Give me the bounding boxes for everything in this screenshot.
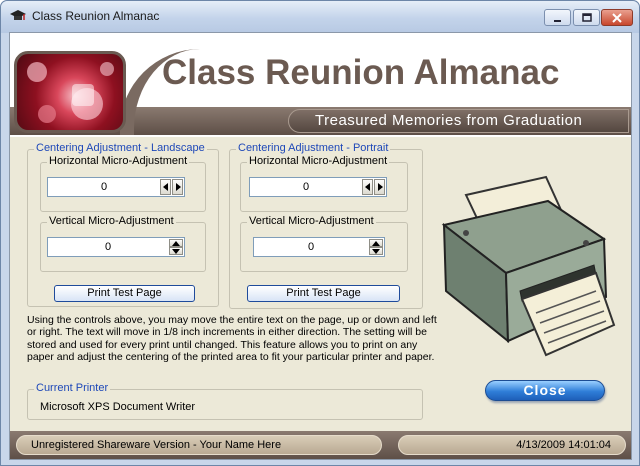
landscape-horizontal-value[interactable]: 0 xyxy=(48,181,160,193)
landscape-vertical-arrows xyxy=(169,239,183,255)
portrait-vertical-value[interactable]: 0 xyxy=(254,241,368,253)
status-datetime: 4/13/2009 14:01:04 xyxy=(398,435,626,455)
arrow-up-icon xyxy=(372,240,380,246)
arrow-right-icon xyxy=(377,183,383,191)
arrow-down-icon xyxy=(172,248,180,254)
portrait-horizontal-spinner[interactable]: 0 xyxy=(249,177,387,197)
printer-illustration xyxy=(436,173,616,358)
landscape-vertical-label: Vertical Micro-Adjustment xyxy=(47,215,176,227)
arrow-right-icon xyxy=(175,183,181,191)
maximize-icon xyxy=(581,12,592,22)
info-text: Using the controls above, you may move t… xyxy=(27,314,437,364)
arrow-up-button[interactable] xyxy=(369,239,383,247)
client-area: Class Reunion Almanac Treasured Memories… xyxy=(9,32,632,460)
status-registration: Unregistered Shareware Version - Your Na… xyxy=(16,435,382,455)
portrait-horizontal-arrows xyxy=(362,179,386,195)
current-printer-value: Microsoft XPS Document Writer xyxy=(40,401,196,413)
current-printer-group: Current Printer Microsoft XPS Document W… xyxy=(27,382,423,420)
app-window: Class Reunion Almanac Class Reunion Alma… xyxy=(0,0,640,466)
banner-subtitle: Treasured Memories from Graduation xyxy=(315,112,583,129)
banner-title: Class Reunion Almanac xyxy=(162,53,560,92)
portrait-horizontal-value[interactable]: 0 xyxy=(250,181,362,193)
portrait-group-label: Centering Adjustment - Portrait xyxy=(236,142,391,154)
arrow-up-button[interactable] xyxy=(169,239,183,247)
window-close-button[interactable] xyxy=(601,9,633,26)
arrow-right-button[interactable] xyxy=(374,179,385,195)
landscape-horizontal-group: Horizontal Micro-Adjustment 0 xyxy=(40,155,206,212)
current-printer-label: Current Printer xyxy=(34,382,111,394)
landscape-vertical-group: Vertical Micro-Adjustment 0 xyxy=(40,215,206,272)
minimize-button[interactable] xyxy=(544,9,571,26)
minimize-icon xyxy=(553,19,561,22)
banner: Class Reunion Almanac Treasured Memories… xyxy=(10,33,631,137)
portrait-print-test-button[interactable]: Print Test Page xyxy=(247,285,400,302)
landscape-vertical-value[interactable]: 0 xyxy=(48,241,168,253)
arrow-left-icon xyxy=(162,183,168,191)
landscape-group-label: Centering Adjustment - Landscape xyxy=(34,142,207,154)
landscape-horizontal-spinner[interactable]: 0 xyxy=(47,177,185,197)
window-title: Class Reunion Almanac xyxy=(32,9,160,23)
landscape-horizontal-label: Horizontal Micro-Adjustment xyxy=(47,155,190,167)
portrait-horizontal-label: Horizontal Micro-Adjustment xyxy=(247,155,390,167)
portrait-group: Centering Adjustment - Portrait Horizont… xyxy=(229,142,423,309)
arrow-left-icon xyxy=(364,183,370,191)
landscape-print-test-button[interactable]: Print Test Page xyxy=(54,285,195,302)
banner-photo-image xyxy=(14,51,126,133)
close-button[interactable]: Close xyxy=(485,380,605,401)
arrow-right-button[interactable] xyxy=(172,179,183,195)
landscape-group: Centering Adjustment - Landscape Horizon… xyxy=(27,142,219,307)
arrow-up-icon xyxy=(172,240,180,246)
landscape-horizontal-arrows xyxy=(160,179,184,195)
portrait-horizontal-group: Horizontal Micro-Adjustment 0 xyxy=(240,155,408,212)
maximize-button[interactable] xyxy=(573,9,600,26)
title-bar[interactable]: Class Reunion Almanac xyxy=(1,1,639,33)
portrait-vertical-label: Vertical Micro-Adjustment xyxy=(247,215,376,227)
portrait-vertical-spinner[interactable]: 0 xyxy=(253,237,385,257)
arrow-down-icon xyxy=(372,248,380,254)
portrait-vertical-arrows xyxy=(369,239,383,255)
portrait-vertical-group: Vertical Micro-Adjustment 0 xyxy=(240,215,408,272)
arrow-left-button[interactable] xyxy=(362,179,373,195)
arrow-down-button[interactable] xyxy=(169,247,183,255)
arrow-left-button[interactable] xyxy=(160,179,171,195)
graduation-cap-icon xyxy=(10,9,26,23)
close-icon xyxy=(612,12,622,23)
arrow-down-button[interactable] xyxy=(369,247,383,255)
landscape-vertical-spinner[interactable]: 0 xyxy=(47,237,185,257)
status-bar: Unregistered Shareware Version - Your Na… xyxy=(10,431,631,459)
